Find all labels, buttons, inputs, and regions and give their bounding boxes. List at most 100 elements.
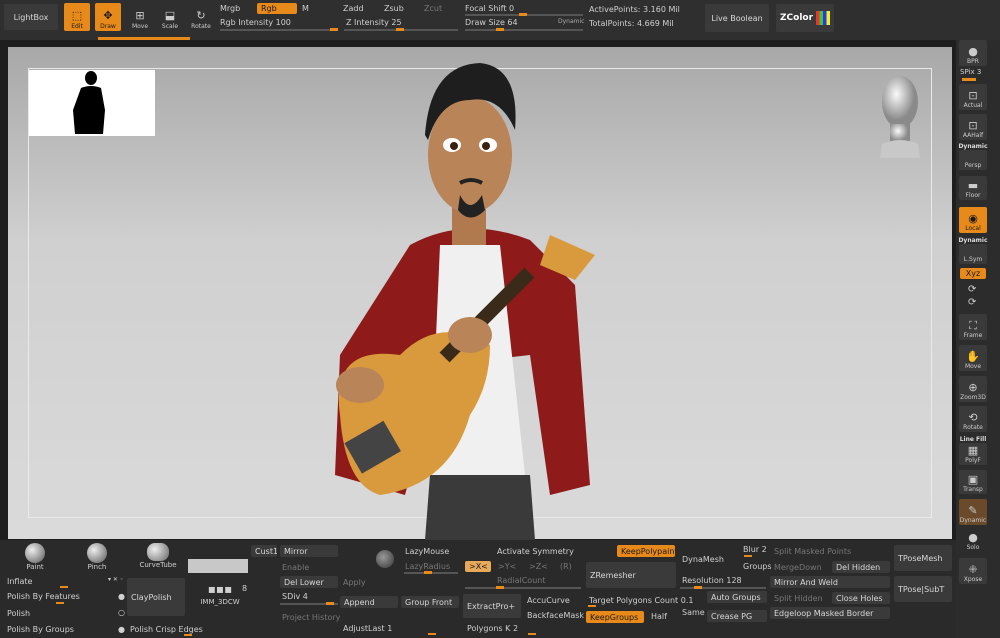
blur-slider[interactable]: Blur 2: [743, 545, 767, 554]
brush-paint[interactable]: Paint: [16, 543, 54, 573]
mirror-button[interactable]: Mirror: [280, 545, 338, 557]
target-polygons-slider[interactable]: Target Polygons Count 0.1: [589, 596, 693, 605]
actual-button[interactable]: ⊡ Actual: [959, 84, 987, 110]
zoom3d-button[interactable]: ⊕ Zoom3D: [959, 376, 987, 402]
brush-polish[interactable]: Polish: [7, 609, 30, 618]
polyf-button[interactable]: ▦ PolyF: [959, 443, 987, 465]
radial-button[interactable]: (R): [560, 562, 572, 571]
mirror-z-button[interactable]: >Z<: [529, 562, 548, 571]
tpose-subt-button[interactable]: TPose|SubT: [894, 576, 952, 602]
brush-polish-by-features[interactable]: Polish By Features: [7, 592, 80, 601]
radial-count-slider[interactable]: RadialCount: [497, 576, 545, 585]
rotate-view-button[interactable]: ⟲ Rotate: [959, 406, 987, 432]
imm-brush[interactable]: ▪▪▪ IMM_3DCW: [192, 580, 248, 616]
mirror-y-button[interactable]: >Y<: [498, 562, 516, 571]
bpr-button[interactable]: ● BPR: [959, 40, 987, 66]
scale-button[interactable]: ⬓ Scale: [157, 3, 183, 31]
imm-count: 8: [242, 584, 248, 593]
rgb-button[interactable]: Rgb: [257, 3, 297, 14]
z-intensity-slider[interactable]: Z Intensity 25: [346, 18, 402, 27]
draw-button[interactable]: ✥ Draw: [95, 3, 121, 31]
polish-crisp-edges[interactable]: Polish Crisp Edges: [130, 625, 203, 634]
transp-button[interactable]: ▣ Transp: [959, 470, 987, 494]
character-model[interactable]: [320, 55, 610, 540]
split-masked-points-button[interactable]: Split Masked Points: [774, 547, 851, 556]
group-front-button[interactable]: Group Front: [401, 596, 459, 608]
zcolor-button[interactable]: ZColor: [776, 4, 834, 32]
del-lower-button[interactable]: Del Lower: [280, 576, 338, 588]
solo-button[interactable]: ● Solo: [959, 530, 987, 552]
same-button[interactable]: Same: [682, 608, 705, 617]
spix-slider[interactable]: SPix 3: [960, 68, 981, 76]
draw-size-slider[interactable]: Draw Size 64: [465, 18, 518, 27]
lazymouse-button[interactable]: LazyMouse: [405, 547, 449, 556]
groups-button[interactable]: Groups: [743, 562, 772, 571]
mergedown-button[interactable]: MergeDown: [774, 563, 822, 572]
tposemesh-button[interactable]: TPoseMesh: [894, 545, 952, 571]
total-points: TotalPoints: 4.669 Mil: [589, 19, 674, 28]
lightbox-button[interactable]: LightBox: [4, 4, 58, 30]
frame-button[interactable]: ⛶ Frame: [959, 314, 987, 340]
backfacemask-button[interactable]: BackfaceMask: [527, 611, 584, 620]
keeppolypaint-button[interactable]: KeepPolypaint: [617, 545, 675, 557]
adjust-last-slider[interactable]: AdjustLast 1: [343, 624, 392, 633]
dynamic-toggle[interactable]: Dynamic: [558, 18, 584, 25]
activate-symmetry-button[interactable]: Activate Symmetry: [497, 547, 574, 556]
edit-button[interactable]: ⬚ Edit: [64, 3, 90, 31]
lsym-button[interactable]: L.Sym: [959, 244, 987, 264]
floor-button[interactable]: ▬ Floor: [959, 176, 987, 200]
brush-slot-empty[interactable]: [188, 559, 248, 573]
resolution-slider[interactable]: Resolution 128: [682, 576, 742, 585]
close-holes-button[interactable]: Close Holes: [832, 592, 890, 604]
del-hidden-button[interactable]: Del Hidden: [832, 561, 890, 573]
lazymouse-icon[interactable]: [376, 550, 394, 568]
dynamesh-button[interactable]: DynaMesh: [682, 555, 724, 564]
dynamic-button[interactable]: ✎ Dynamic: [959, 499, 987, 525]
project-history-button[interactable]: Project History: [282, 613, 340, 622]
aahalf-button[interactable]: ⊡ AAHalf: [959, 114, 987, 140]
brush-inflate[interactable]: Inflate: [7, 577, 32, 586]
rgb-intensity-slider[interactable]: Rgb Intensity 100: [220, 18, 291, 27]
brush-curvetube[interactable]: CurveTube: [134, 543, 182, 573]
apply-button[interactable]: Apply: [343, 578, 366, 587]
split-hidden-button[interactable]: Split Hidden: [774, 594, 823, 603]
claypolish-button[interactable]: ClayPolish: [127, 578, 185, 616]
zoom-icon: ⊕: [968, 381, 978, 394]
crease-pg-button[interactable]: Crease PG: [707, 610, 767, 622]
keepgroups-button[interactable]: KeepGroups: [586, 611, 644, 623]
rotate-button[interactable]: ↻ Rotate: [188, 3, 214, 31]
orientation-head-icon[interactable]: [876, 74, 924, 158]
focal-shift-slider[interactable]: Focal Shift 0: [465, 4, 514, 13]
edgeloop-masked-border-button[interactable]: Edgeloop Masked Border: [770, 607, 890, 619]
lazyradius-slider[interactable]: LazyRadius: [405, 562, 450, 571]
rotate-axis-icon-2[interactable]: ⟳: [968, 297, 976, 308]
live-boolean-button[interactable]: Live Boolean: [705, 4, 769, 32]
floor-icon: ▬: [967, 179, 979, 192]
auto-groups-button[interactable]: Auto Groups: [707, 591, 767, 603]
zsub-button[interactable]: Zsub: [384, 4, 404, 13]
cust1-button[interactable]: Cust1: [251, 545, 277, 557]
append-button[interactable]: Append: [340, 596, 398, 608]
extractpro-button[interactable]: ExtractPro+: [463, 594, 521, 618]
xyz-button[interactable]: Xyz: [960, 268, 986, 279]
sdiv-slider[interactable]: SDiv 4: [282, 592, 308, 601]
move-button[interactable]: ⊞ Move: [127, 3, 153, 31]
xpose-button[interactable]: ⁜ Xpose: [959, 558, 987, 584]
brush-pinch[interactable]: Pinch: [78, 543, 116, 573]
zadd-button[interactable]: Zadd: [343, 4, 364, 13]
persp-button[interactable]: Persp: [959, 150, 987, 170]
half-button[interactable]: Half: [651, 612, 667, 621]
mirror-x-button[interactable]: >X<: [465, 561, 491, 572]
zcut-button[interactable]: Zcut: [424, 4, 442, 13]
polygons-k-slider[interactable]: Polygons K 2: [467, 624, 518, 633]
zremesher-button[interactable]: ZRemesher: [586, 562, 676, 588]
accucurve-button[interactable]: AccuCurve: [527, 596, 570, 605]
rotate-axis-icon[interactable]: ⟳: [968, 284, 976, 295]
move-view-button[interactable]: ✋ Move: [959, 345, 987, 371]
local-button[interactable]: ◉ Local: [959, 207, 987, 233]
mirror-and-weld-button[interactable]: Mirror And Weld: [770, 576, 890, 588]
enable-button[interactable]: Enable: [282, 563, 309, 572]
m-button[interactable]: M: [302, 4, 309, 13]
brush-polish-by-groups[interactable]: Polish By Groups: [7, 625, 74, 634]
mrgb-button[interactable]: Mrgb: [220, 4, 240, 13]
